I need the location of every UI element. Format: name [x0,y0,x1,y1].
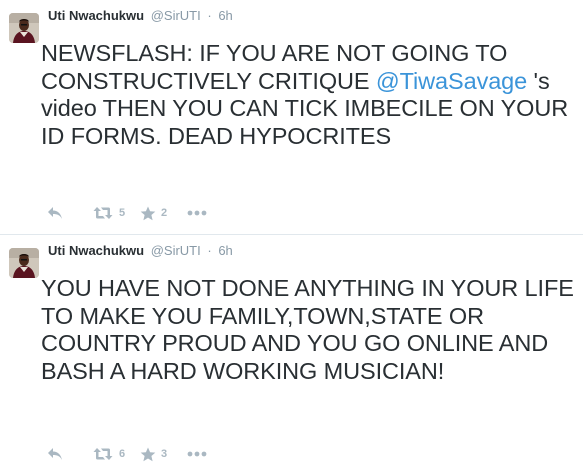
reply-button[interactable] [47,447,93,461]
retweet-button[interactable]: 5 [93,206,140,220]
retweet-count: 6 [119,448,126,460]
tweet[interactable]: Uti Nwachukwu @SirUTI · 6h YOU HAVE NOT … [0,235,583,471]
reply-icon [48,207,62,219]
tweet[interactable]: Uti Nwachukwu @SirUTI · 6h NEWSFLASH: IF… [0,0,583,234]
favorite-button[interactable]: 3 [140,447,187,462]
tweet-header: Uti Nwachukwu @SirUTI · 6h [48,242,233,260]
retweet-icon [93,448,113,460]
author-handle[interactable]: @SirUTI [151,243,201,258]
retweet-button[interactable]: 6 [93,447,140,461]
tweet-feed: Uti Nwachukwu @SirUTI · 6h NEWSFLASH: IF… [0,0,583,471]
author-handle[interactable]: @SirUTI [151,8,201,23]
author-name[interactable]: Uti Nwachukwu [48,243,144,258]
tweet-header: Uti Nwachukwu @SirUTI · 6h [48,7,233,25]
more-button[interactable] [187,210,217,216]
separator: · [207,243,212,258]
more-icon [187,210,207,216]
retweet-count: 5 [119,207,126,219]
favorite-count: 2 [161,207,168,219]
avatar[interactable] [9,13,39,43]
favorite-count: 3 [161,448,168,460]
tweet-actions: 5 2 [47,203,217,223]
favorite-icon [140,206,156,220]
tweet-text: YOU HAVE NOT DONE ANYTHING IN YOUR LIFE … [41,275,574,384]
reply-icon [48,448,62,460]
more-button[interactable] [187,451,217,457]
more-icon [187,451,207,457]
mention-link[interactable]: @TiwaSavage [376,68,527,94]
timestamp[interactable]: 6h [218,8,232,23]
favorite-icon [140,447,156,461]
separator: · [207,8,212,23]
reply-button[interactable] [47,206,93,220]
favorite-button[interactable]: 2 [140,206,187,221]
retweet-icon [93,207,113,219]
timestamp[interactable]: 6h [218,243,232,258]
tweet-text: NEWSFLASH: IF YOU ARE NOT GOING TO CONST… [41,40,581,150]
tweet-actions: 6 3 [47,444,217,464]
avatar[interactable] [9,248,39,278]
author-name[interactable]: Uti Nwachukwu [48,8,144,23]
